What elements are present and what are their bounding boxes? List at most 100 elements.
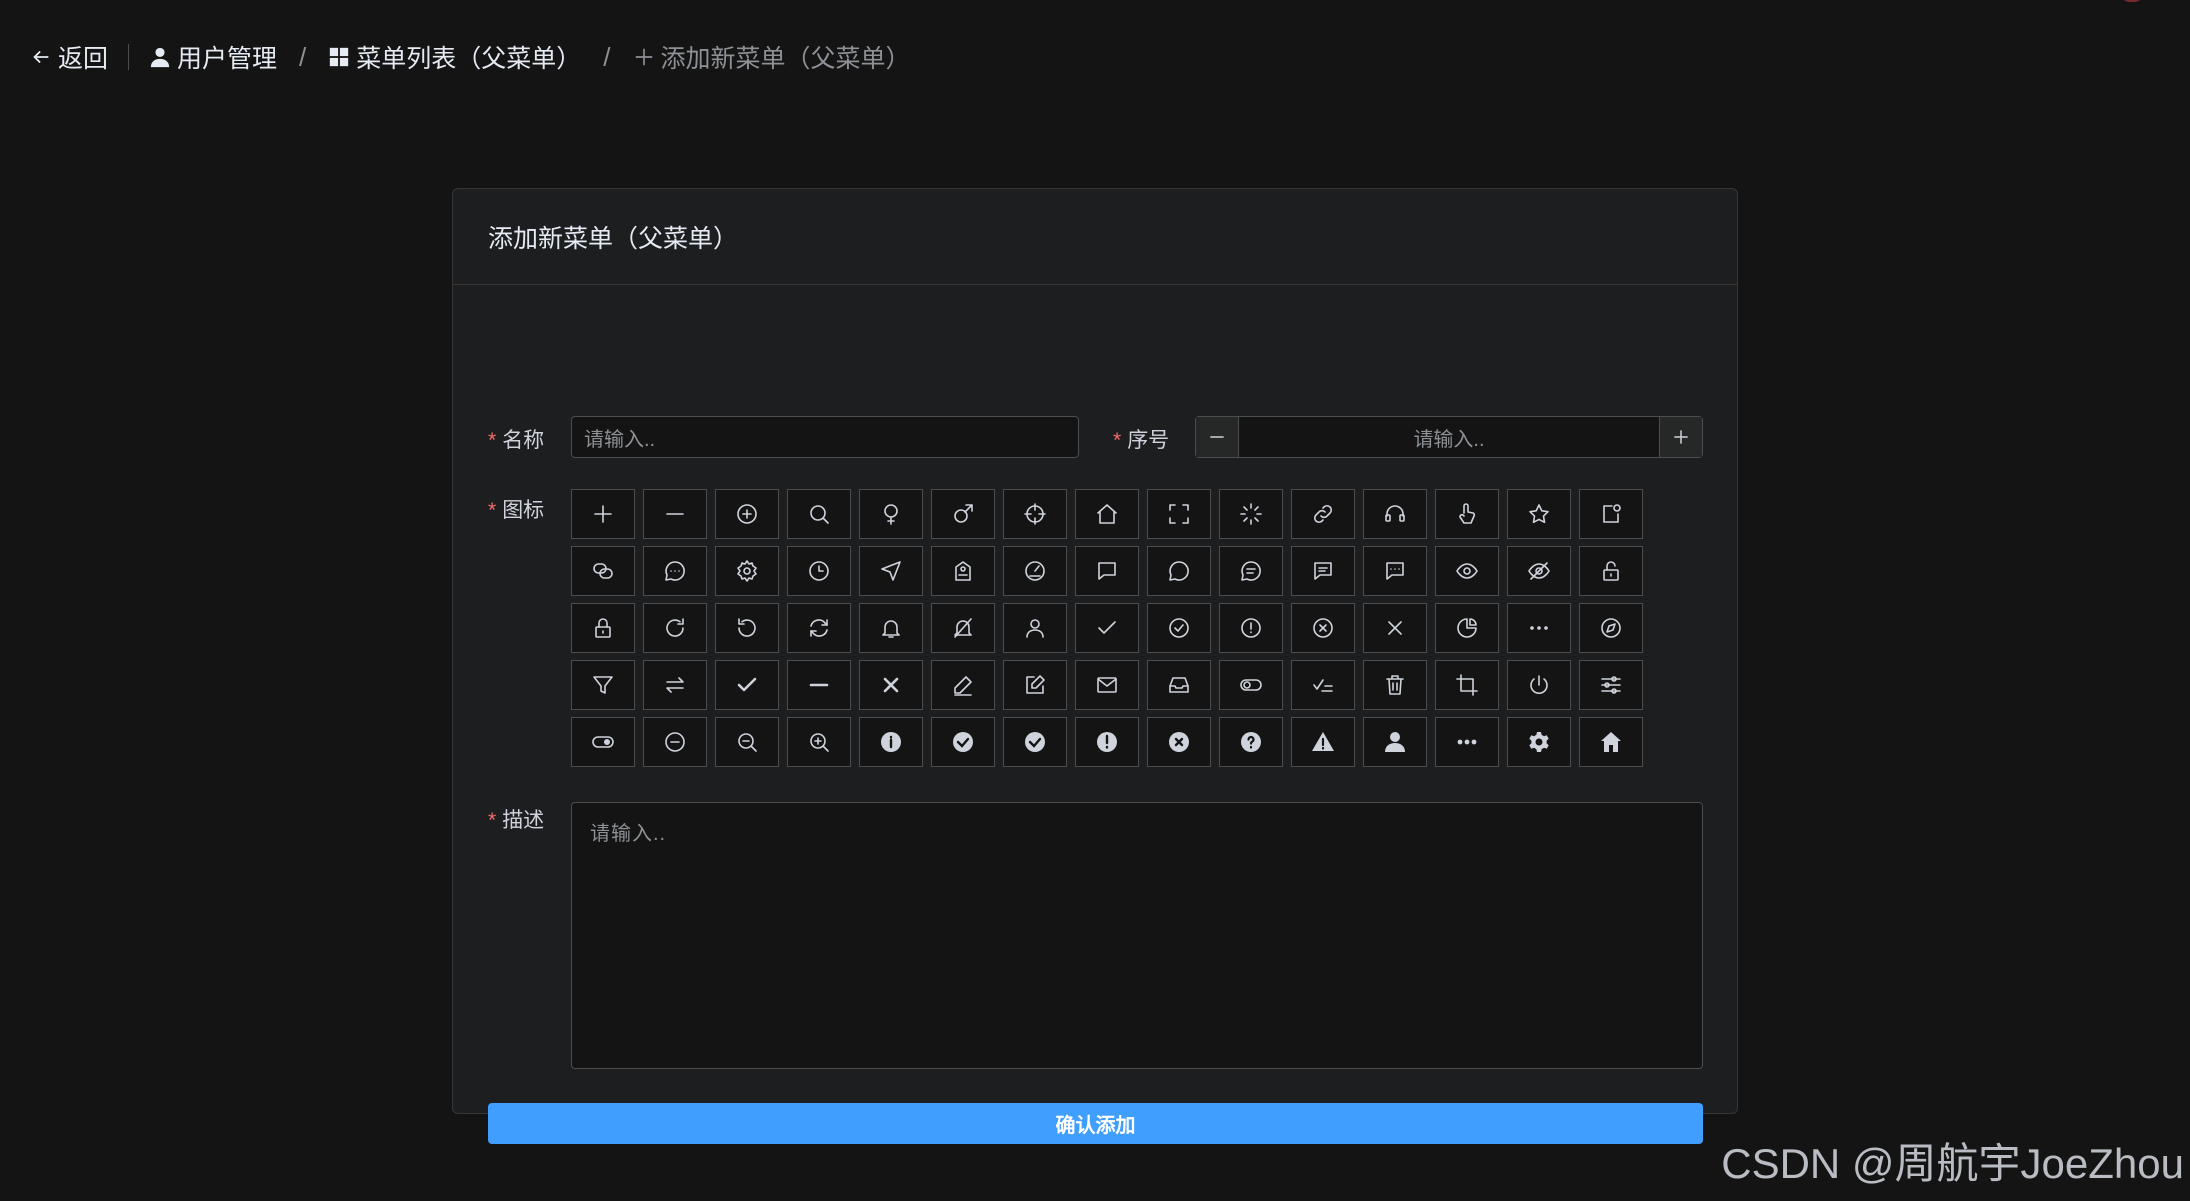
home-filled-icon — [1601, 732, 1621, 752]
icon-option-user[interactable] — [1003, 603, 1067, 653]
order-input[interactable]: 请输入.. — [1239, 417, 1659, 457]
minus-icon — [1210, 436, 1224, 438]
icon-option-close[interactable] — [1363, 603, 1427, 653]
icon-option-message-box[interactable] — [1147, 660, 1211, 710]
user-filled-icon — [1385, 732, 1405, 752]
icon-option-info-filled[interactable] — [859, 717, 923, 767]
icon-option-female[interactable] — [859, 489, 923, 539]
icon-option-male[interactable] — [931, 489, 995, 539]
icon-option-operation[interactable] — [1579, 660, 1643, 710]
increase-button[interactable] — [1659, 417, 1702, 457]
icon-option-edit-pen[interactable] — [931, 660, 995, 710]
icon-option-chat-line-square[interactable] — [1291, 546, 1355, 596]
discount-icon — [955, 561, 971, 581]
icon-option-edit[interactable] — [1003, 660, 1067, 710]
icon-option-unlock[interactable] — [1579, 546, 1643, 596]
icon-option-warning[interactable] — [1219, 603, 1283, 653]
icon-option-lock[interactable] — [571, 603, 635, 653]
icon-option-loading[interactable] — [1219, 489, 1283, 539]
icon-option-chat-line-round[interactable] — [1219, 546, 1283, 596]
icon-option-more-filled[interactable] — [1435, 717, 1499, 767]
plus-icon — [1674, 430, 1688, 444]
desc-label: * 描述 — [488, 809, 545, 832]
icon-option-house[interactable] — [1075, 489, 1139, 539]
zoom-out-icon — [738, 733, 757, 752]
back-label: 返回 — [58, 45, 109, 73]
description-textarea[interactable]: 请输入.. — [571, 802, 1703, 1069]
icon-option-search[interactable] — [787, 489, 851, 539]
circle-close-filled-icon — [1169, 732, 1189, 752]
icon-option-clock[interactable] — [787, 546, 851, 596]
icon-option-notification[interactable] — [1579, 489, 1643, 539]
icon-option-chat-dot-round[interactable] — [643, 546, 707, 596]
icon-option-plus[interactable] — [571, 489, 635, 539]
chat-dot-round-icon — [665, 561, 685, 581]
icon-option-circle-check-filled[interactable] — [931, 717, 995, 767]
icon-option-switch[interactable] — [643, 660, 707, 710]
icon-option-mute-notification[interactable] — [931, 603, 995, 653]
icon-option-hide[interactable] — [1507, 546, 1571, 596]
icon-option-full-screen[interactable] — [1147, 489, 1211, 539]
icon-option-refresh[interactable] — [787, 603, 851, 653]
message-icon — [1097, 677, 1117, 693]
icon-option-connection[interactable] — [571, 546, 635, 596]
icon-option-user-filled[interactable] — [1363, 717, 1427, 767]
icon-option-zoom-out[interactable] — [715, 717, 779, 767]
icon-option-refresh-right[interactable] — [643, 603, 707, 653]
icon-option-chat-round[interactable] — [1147, 546, 1211, 596]
icon-option-filter[interactable] — [571, 660, 635, 710]
icon-option-warn-triangle-filled[interactable] — [1291, 717, 1355, 767]
icon-option-odometer[interactable] — [1003, 546, 1067, 596]
icon-option-warning-filled[interactable] — [1075, 717, 1139, 767]
icon-option-chat-square[interactable] — [1075, 546, 1139, 596]
icon-option-setting[interactable] — [715, 546, 779, 596]
name-input[interactable]: 请输入.. — [571, 416, 1079, 458]
icon-option-check[interactable] — [1075, 603, 1139, 653]
icon-option-view[interactable] — [1435, 546, 1499, 596]
icon-option-position[interactable] — [859, 546, 923, 596]
icon-option-star[interactable] — [1507, 489, 1571, 539]
icon-option-aim[interactable] — [1003, 489, 1067, 539]
decrease-button[interactable] — [1196, 417, 1239, 457]
icon-option-finished[interactable] — [1291, 660, 1355, 710]
icon-option-more[interactable] — [1507, 603, 1571, 653]
icon-option-remove[interactable] — [643, 717, 707, 767]
icon-option-close-bold[interactable] — [859, 660, 923, 710]
breadcrumb-user-management[interactable]: 用户管理 — [149, 39, 277, 75]
icon-option-zoom-in[interactable] — [787, 717, 851, 767]
icon-option-question-filled[interactable] — [1219, 717, 1283, 767]
icon-option-circle-plus[interactable] — [715, 489, 779, 539]
icon-option-turn-off[interactable] — [1219, 660, 1283, 710]
icon-label: * 图标 — [488, 499, 545, 522]
back-button[interactable]: 返回 — [30, 39, 108, 75]
icon-option-service[interactable] — [1363, 489, 1427, 539]
icon-option-circle-close-filled[interactable] — [1147, 717, 1211, 767]
icon-option-crop[interactable] — [1435, 660, 1499, 710]
icon-option-delete[interactable] — [1363, 660, 1427, 710]
icon-option-semi-select[interactable] — [787, 660, 851, 710]
icon-option-circle-close[interactable] — [1291, 603, 1355, 653]
icon-option-home-filled[interactable] — [1579, 717, 1643, 767]
icon-option-pie-chart[interactable] — [1435, 603, 1499, 653]
icon-option-compass[interactable] — [1579, 603, 1643, 653]
pie-chart-icon — [1457, 618, 1477, 638]
icon-option-tools[interactable] — [1507, 717, 1571, 767]
breadcrumb-current: 添加新菜单（父菜单） — [633, 39, 911, 75]
icon-option-minus[interactable] — [643, 489, 707, 539]
icon-option-message[interactable] — [1075, 660, 1139, 710]
icon-option-bell[interactable] — [859, 603, 923, 653]
icon-option-open[interactable] — [571, 717, 635, 767]
icon-option-switch-button[interactable] — [1507, 660, 1571, 710]
icon-option-chat-dot-square[interactable] — [1363, 546, 1427, 596]
submit-button[interactable]: 确认添加 — [488, 1103, 1703, 1144]
icon-option-discount[interactable] — [931, 546, 995, 596]
icon-option-circle-check[interactable] — [1147, 603, 1211, 653]
icon-option-select[interactable] — [715, 660, 779, 710]
icon-option-refresh-left[interactable] — [715, 603, 779, 653]
icon-option-success-filled[interactable] — [1003, 717, 1067, 767]
filter-icon — [593, 676, 613, 694]
breadcrumb-menu-list[interactable]: 菜单列表（父菜单） — [328, 39, 581, 75]
icon-option-pointer[interactable] — [1435, 489, 1499, 539]
breadcrumb-label: 菜单列表（父菜单） — [356, 45, 582, 73]
icon-option-link[interactable] — [1291, 489, 1355, 539]
